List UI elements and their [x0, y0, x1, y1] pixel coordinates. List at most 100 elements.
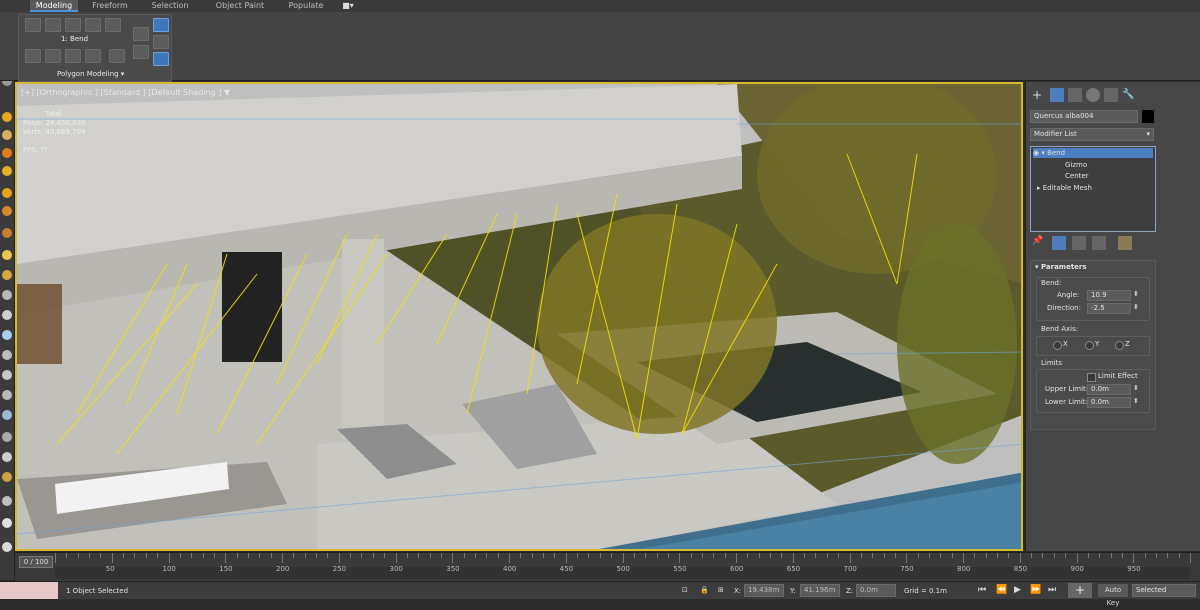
key-filter-dropdown[interactable]: Selected	[1132, 584, 1196, 597]
tab-object-paint[interactable]: Object Paint	[212, 0, 268, 12]
tool2-icon[interactable]	[2, 496, 12, 506]
polygon-icon[interactable]	[85, 18, 101, 32]
limit-effect-checkbox[interactable]	[1087, 373, 1096, 382]
sphere-icon[interactable]	[2, 112, 12, 122]
upper-spinner-icon[interactable]: ⬍	[1133, 384, 1139, 392]
light-icon[interactable]	[2, 130, 12, 140]
direction-input[interactable]: -2.5	[1087, 303, 1131, 314]
border-icon[interactable]	[65, 18, 81, 32]
timeline[interactable]: 0 / 100 50 100 150 200 250 300 350 400 450 500 550…	[15, 552, 1200, 581]
object-color-swatch[interactable]	[1142, 110, 1154, 123]
modify-tab-icon[interactable]	[1050, 88, 1064, 102]
camera-icon[interactable]	[2, 310, 12, 320]
direction-spinner-icon[interactable]: ⬍	[1133, 303, 1139, 311]
go-to-start-icon[interactable]: ⏮	[978, 585, 986, 595]
lock-selection-icon[interactable]: 🔒	[700, 586, 709, 594]
make-unique-button[interactable]	[1072, 236, 1086, 250]
grid-icon[interactable]	[2, 452, 12, 462]
eye-icon[interactable]: ◉	[1033, 149, 1039, 157]
stack-item-center[interactable]: Center	[1033, 171, 1153, 181]
globe-icon[interactable]	[2, 330, 12, 340]
tab-selection[interactable]: Selection	[146, 0, 194, 12]
move-icon[interactable]	[2, 188, 12, 198]
timeline-tick	[611, 553, 613, 558]
scatter-icon[interactable]	[2, 518, 12, 528]
node-icon[interactable]	[2, 350, 12, 360]
x-coordinate-field[interactable]: 19.438m	[744, 584, 784, 597]
gear-icon[interactable]	[2, 148, 12, 158]
flower-icon[interactable]	[2, 228, 12, 238]
show-end-result-icon[interactable]	[153, 18, 169, 32]
isolate-icon[interactable]: ⊡	[682, 586, 688, 594]
go-to-end-icon[interactable]: ⏭	[1048, 585, 1056, 595]
object-name-field[interactable]: Quercus alba004	[1030, 110, 1138, 123]
panel-title[interactable]: Polygon Modeling ▾	[57, 70, 124, 78]
show-end-result-button[interactable]	[1052, 236, 1066, 250]
y-coordinate-field[interactable]: 41.196m	[800, 584, 840, 597]
maxscript-listener[interactable]	[0, 582, 58, 599]
stack-item-bend[interactable]: ◉ ▾ Bend	[1033, 148, 1153, 158]
stack-icon-5[interactable]	[109, 49, 125, 63]
next-frame-icon[interactable]: ⏩	[1030, 585, 1041, 595]
configure-sets-icon[interactable]	[1118, 236, 1132, 250]
lower-spinner-icon[interactable]: ⬍	[1133, 397, 1139, 405]
viewport-label[interactable]: [+] [Orthographic ] [Standard ] [Default…	[21, 88, 230, 97]
utilities-tab-icon[interactable]: 🔧	[1122, 88, 1136, 102]
patch-icon[interactable]	[2, 410, 12, 420]
display-tab-icon[interactable]	[1104, 88, 1118, 102]
lock-icon[interactable]	[133, 45, 149, 59]
motion-tab-icon[interactable]	[1086, 88, 1100, 102]
tab-freeform[interactable]: Freeform	[88, 0, 132, 12]
cube-icon[interactable]	[2, 472, 12, 482]
timeline-tick	[406, 553, 408, 558]
make-unique-icon[interactable]	[153, 35, 169, 49]
stack-icon-1[interactable]	[25, 49, 41, 63]
gear-orange-icon[interactable]	[2, 206, 12, 216]
absolute-mode-icon[interactable]: ⊞	[718, 586, 724, 594]
angle-input[interactable]: 10.9	[1087, 290, 1131, 301]
sun2-icon[interactable]	[2, 270, 12, 280]
pin-icon[interactable]: 📌	[1032, 236, 1046, 250]
upper-limit-input[interactable]: 0.0m	[1087, 384, 1131, 395]
hierarchy-tab-icon[interactable]	[1068, 88, 1082, 102]
lower-limit-label: Lower Limit:	[1045, 398, 1088, 406]
prev-frame-icon[interactable]: ⏪	[996, 585, 1007, 595]
preview-icon[interactable]	[133, 27, 149, 41]
element-icon[interactable]	[105, 18, 121, 32]
time-slider[interactable]: 0 / 100	[19, 556, 53, 568]
ribbon-options-icon[interactable]: ■▾	[340, 0, 356, 12]
paint-icon[interactable]	[2, 432, 12, 442]
lower-limit-input[interactable]: 0.0m	[1087, 397, 1131, 408]
create-tab-icon[interactable]: +	[1032, 88, 1046, 102]
x-label: X:	[734, 587, 742, 595]
angle-spinner-icon[interactable]: ⬍	[1133, 290, 1139, 298]
tab-modeling[interactable]: Modeling	[30, 0, 78, 12]
play-icon[interactable]: ▶	[1014, 585, 1021, 595]
vertex-icon[interactable]	[25, 18, 41, 32]
stack-icon-2[interactable]	[45, 49, 61, 63]
tool-icon[interactable]	[2, 290, 12, 300]
circle-slash-icon[interactable]	[2, 542, 12, 552]
modifier-list-dropdown[interactable]: Modifier List ▾	[1030, 128, 1154, 141]
stack-icon-3[interactable]	[65, 49, 81, 63]
tab-populate[interactable]: Populate	[284, 0, 328, 12]
brush-icon[interactable]	[2, 370, 12, 380]
add-key-icon[interactable]: +	[1068, 583, 1092, 598]
stack-item-editable-mesh[interactable]: ▸ Editable Mesh	[1033, 183, 1153, 193]
edge-icon[interactable]	[45, 18, 61, 32]
stack-item-gizmo[interactable]: Gizmo	[1033, 160, 1153, 170]
sun-icon[interactable]	[2, 250, 12, 260]
auto-key-button[interactable]: Auto Key	[1098, 584, 1128, 607]
filter-icon[interactable]: ▼	[224, 88, 230, 97]
z-coordinate-field[interactable]: 0.0m	[856, 584, 896, 597]
remove-modifier-icon[interactable]	[1092, 236, 1106, 250]
axis-y-radio[interactable]	[1085, 341, 1094, 350]
axis-z-radio[interactable]	[1115, 341, 1124, 350]
viewport[interactable]: [+] [Orthographic ] [Standard ] [Default…	[15, 82, 1023, 551]
stack-icon-4[interactable]	[85, 49, 101, 63]
axis-x-radio[interactable]	[1053, 341, 1062, 350]
pin-stack-icon[interactable]	[153, 52, 169, 66]
parameters-title[interactable]: ▾ Parameters	[1035, 263, 1087, 271]
ball-icon[interactable]	[2, 166, 12, 176]
grass-icon[interactable]	[2, 390, 12, 400]
